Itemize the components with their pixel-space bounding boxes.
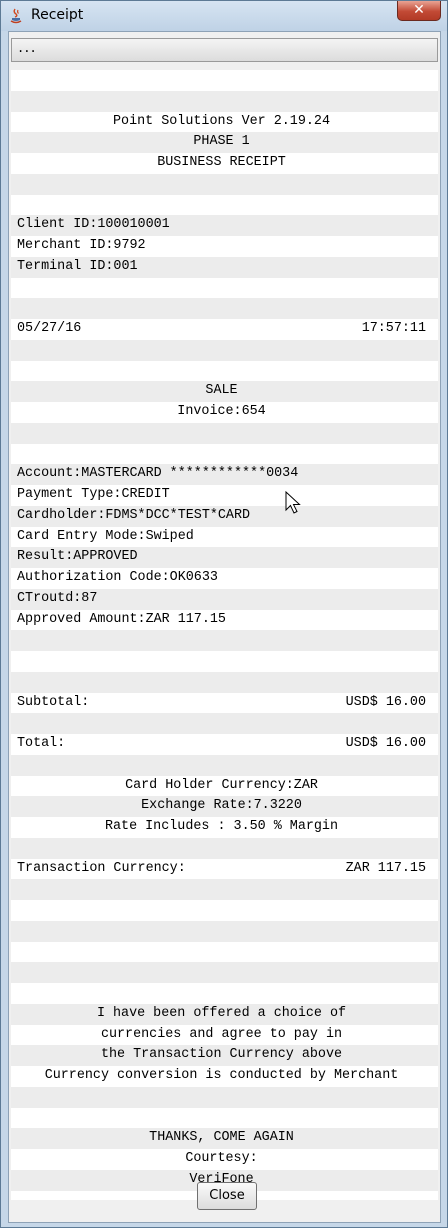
client-id-line: Client ID:100010001 [11, 215, 438, 236]
window-title: Receipt [31, 7, 84, 23]
date-time-line: 05/27/16 17:57:11 [11, 319, 438, 340]
receipt-phase-line: PHASE 1 [11, 132, 438, 153]
blank-line [11, 360, 438, 382]
blank-line [11, 1086, 438, 1108]
receipt-product-line: Point Solutions Ver 2.19.24 [11, 111, 438, 133]
blank-line [11, 90, 438, 112]
payment-type-line: Payment Type:CREDIT [11, 485, 438, 506]
entry-mode-line: Card Entry Mode:Swiped [11, 526, 438, 548]
window-content: ... Point Solutions Ver 2.19.24 PHASE 1 … [8, 31, 441, 1223]
subtotal-value: USD$ 16.00 [345, 694, 426, 710]
blank-line [11, 651, 438, 672]
merchant-id-line: Merchant ID:9792 [11, 236, 438, 257]
blank-line [11, 941, 438, 963]
blank-line [11, 671, 438, 693]
blank-line [11, 713, 438, 734]
total-line: Total: USD$ 16.00 [11, 734, 438, 755]
cardholder-line: Cardholder:FDMS*DCC*TEST*CARD [11, 505, 438, 527]
receipt-type-line: BUSINESS RECEIPT [11, 153, 438, 174]
receipt-window: Receipt ✕ ... Point Solutions Ver 2.19.2… [0, 0, 448, 1228]
terminal-id-line: Terminal ID:001 [11, 256, 438, 278]
toolbar-menu[interactable]: ... [11, 38, 438, 62]
blank-line [11, 443, 438, 465]
disclaimer-line: currencies and agree to pay in [11, 1024, 438, 1046]
thanks-line: THANKS, COME AGAIN [11, 1128, 438, 1149]
blank-line [11, 879, 438, 900]
receipt-time: 17:57:11 [361, 321, 426, 336]
ctroutd-line: CTroutd:87 [11, 588, 438, 610]
blank-line [11, 298, 438, 319]
disclaimer-line: the Transaction Currency above [11, 1045, 438, 1066]
close-button[interactable]: Close [197, 1182, 257, 1210]
sale-line: SALE [11, 381, 438, 402]
exchange-rate-line: Exchange Rate:7.3220 [11, 796, 438, 817]
blank-line [11, 1107, 438, 1129]
java-icon [10, 8, 22, 24]
blank-line [11, 837, 438, 859]
result-line: Result:APPROVED [11, 547, 438, 568]
window-close-button[interactable]: ✕ [397, 1, 441, 21]
subtotal-label: Subtotal: [17, 694, 90, 710]
blank-line [11, 277, 438, 299]
transaction-currency-label: Transaction Currency: [17, 860, 186, 876]
blank-line [11, 422, 438, 444]
margin-line: Rate Includes : 3.50 % Margin [11, 817, 438, 838]
title-bar[interactable]: Receipt ✕ [1, 1, 447, 31]
blank-line [11, 70, 438, 91]
auth-code-line: Authorization Code:OK0633 [11, 568, 438, 589]
invoice-line: Invoice:654 [11, 402, 438, 423]
blank-line [11, 173, 438, 195]
receipt-date: 05/27/16 [17, 321, 82, 336]
receipt-text-area[interactable]: Point Solutions Ver 2.19.24 PHASE 1 BUSI… [11, 70, 438, 1200]
subtotal-line: Subtotal: USD$ 16.00 [11, 692, 438, 714]
mouse-pointer-icon [285, 491, 301, 514]
blank-line [11, 339, 438, 361]
blank-line [11, 962, 438, 983]
disclaimer-line: Currency conversion is conducted by Merc… [11, 1066, 438, 1087]
courtesy-line: Courtesy: [11, 1149, 438, 1170]
approved-amount-line: Approved Amount:ZAR 117.15 [11, 609, 438, 631]
close-icon: ✕ [413, 2, 425, 18]
disclaimer-line: I have been offered a choice of [11, 1003, 438, 1025]
blank-line [11, 900, 438, 921]
transaction-currency-value: ZAR 117.15 [345, 860, 426, 876]
blank-line [11, 983, 438, 1004]
toolbar-label: ... [17, 41, 37, 55]
blank-line [11, 920, 438, 942]
total-label: Total: [17, 736, 66, 751]
blank-line [11, 630, 438, 651]
blank-line [11, 194, 438, 216]
blank-line [11, 754, 438, 776]
total-value: USD$ 16.00 [345, 736, 426, 751]
holder-currency-line: Card Holder Currency:ZAR [11, 775, 438, 797]
transaction-currency-line: Transaction Currency: ZAR 117.15 [11, 858, 438, 880]
account-line: Account:MASTERCARD ************0034 [11, 464, 438, 485]
